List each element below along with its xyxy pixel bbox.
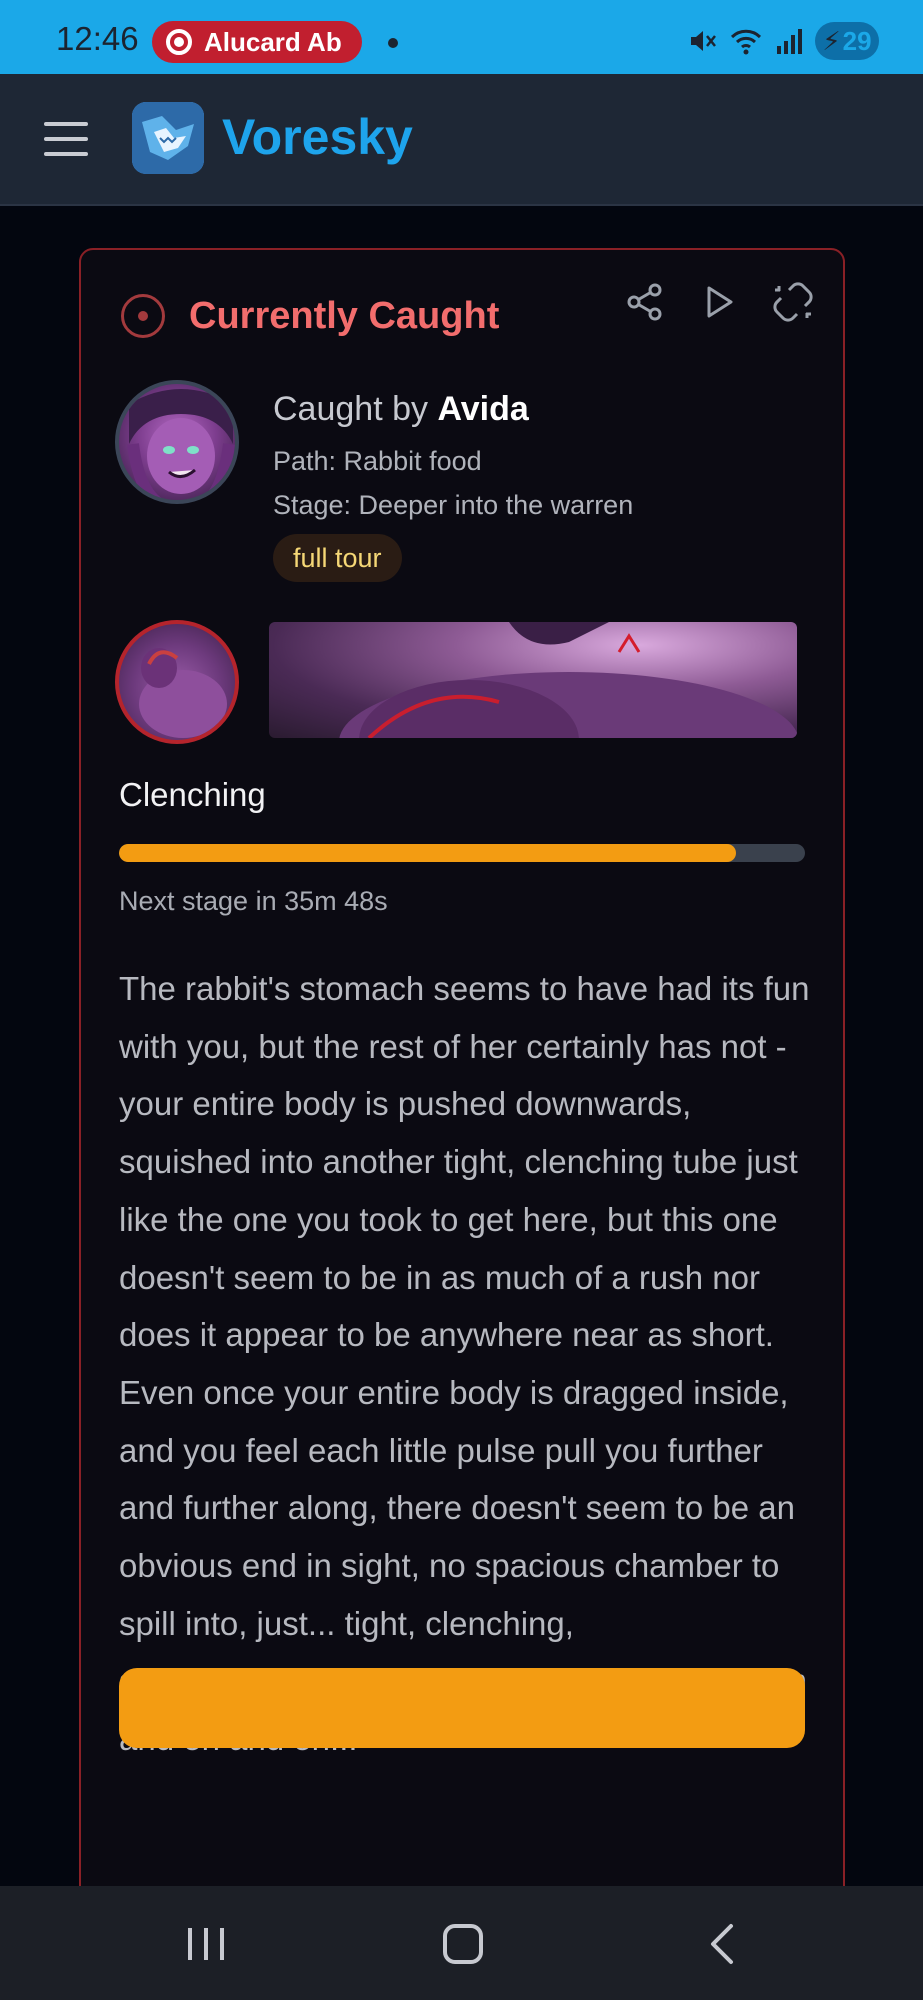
primary-action-button[interactable] bbox=[119, 1668, 805, 1748]
system-nav-bar bbox=[0, 1886, 923, 2000]
hamburger-icon[interactable] bbox=[44, 122, 88, 156]
card-title: Currently Caught bbox=[189, 294, 500, 337]
play-icon[interactable] bbox=[699, 282, 739, 322]
system-icons: ⚡ 29 bbox=[687, 22, 879, 60]
prey-avatar[interactable] bbox=[115, 620, 239, 744]
notification-dot bbox=[388, 38, 398, 48]
stage-progress-fill bbox=[119, 844, 737, 862]
path-label: Path: Rabbit food bbox=[273, 446, 482, 476]
app-logo[interactable] bbox=[132, 102, 204, 174]
wifi-icon bbox=[730, 29, 762, 55]
clock: 12:46 bbox=[56, 20, 139, 57]
unlink-icon[interactable] bbox=[773, 282, 813, 322]
tour-badge: full tour bbox=[273, 534, 402, 582]
stage-description: The rabbit's stomach seems to have had i… bbox=[119, 970, 810, 1757]
stage-progress-bar bbox=[119, 844, 805, 862]
captor-name[interactable]: Avida bbox=[437, 390, 528, 428]
app-name[interactable]: Voresky bbox=[222, 108, 413, 166]
currently-caught-card: Currently Caught Caught by Avida Path: R… bbox=[79, 248, 845, 1886]
battery-indicator: ⚡ 29 bbox=[815, 22, 879, 60]
caught-by-prefix: Caught by bbox=[273, 390, 428, 428]
next-stage-timer: Next stage in 35m 48s bbox=[119, 886, 388, 916]
battery-level: 29 bbox=[842, 25, 872, 56]
mute-icon bbox=[691, 31, 716, 51]
status-bar: 12:46 Alucard Ab ⚡ 29 bbox=[0, 0, 923, 74]
current-stage-name: Clenching bbox=[119, 776, 266, 813]
record-icon bbox=[166, 29, 192, 55]
target-icon bbox=[121, 294, 165, 338]
caught-by-line: Caught by Avida bbox=[273, 390, 529, 429]
card-header: Currently Caught bbox=[121, 294, 499, 338]
app-header: Voresky bbox=[0, 74, 923, 206]
screen-recording-chip[interactable]: Alucard Ab bbox=[152, 21, 362, 63]
main-content: Currently Caught Caught by Avida Path: R… bbox=[0, 206, 923, 1886]
stage-label: Stage: Deeper into the warren bbox=[273, 490, 634, 520]
lightning-icon: ⚡ bbox=[822, 25, 841, 56]
recent-apps-icon[interactable] bbox=[176, 1914, 236, 1974]
stage-artwork bbox=[269, 622, 797, 738]
captor-avatar[interactable] bbox=[115, 380, 239, 504]
home-icon[interactable] bbox=[433, 1914, 493, 1974]
card-actions bbox=[625, 282, 813, 322]
recording-label: Alucard Ab bbox=[204, 26, 342, 57]
share-icon[interactable] bbox=[625, 282, 665, 322]
signal-icon bbox=[777, 29, 802, 54]
back-icon[interactable] bbox=[693, 1914, 753, 1974]
